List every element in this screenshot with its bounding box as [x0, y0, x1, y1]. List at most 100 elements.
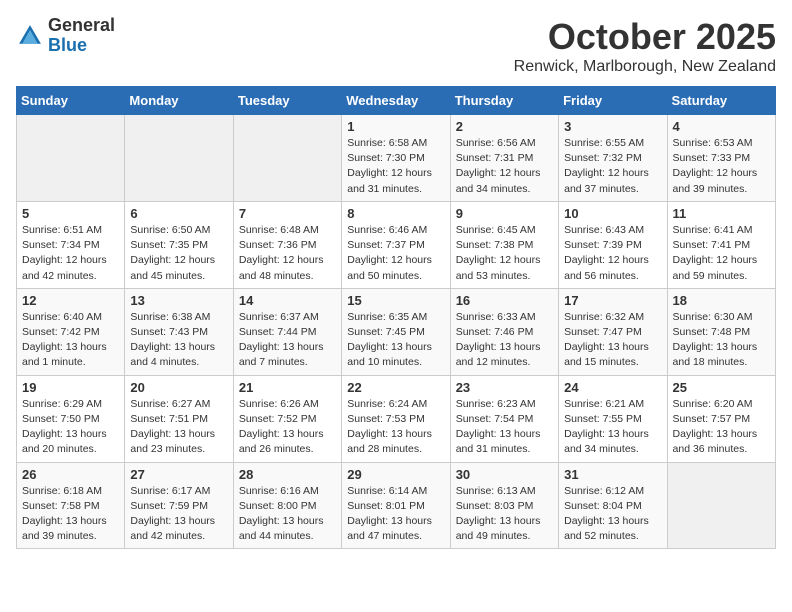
- day-info: Sunrise: 6:29 AM Sunset: 7:50 PM Dayligh…: [22, 397, 119, 458]
- day-number: 30: [456, 467, 553, 482]
- calendar-subtitle: Renwick, Marlborough, New Zealand: [514, 58, 776, 76]
- header-day-sunday: Sunday: [17, 87, 125, 115]
- day-number: 1: [347, 119, 444, 134]
- day-info: Sunrise: 6:12 AM Sunset: 8:04 PM Dayligh…: [564, 484, 661, 545]
- day-number: 31: [564, 467, 661, 482]
- day-info: Sunrise: 6:21 AM Sunset: 7:55 PM Dayligh…: [564, 397, 661, 458]
- day-number: 23: [456, 380, 553, 395]
- calendar-cell: 3Sunrise: 6:55 AM Sunset: 7:32 PM Daylig…: [559, 115, 667, 202]
- calendar-cell: 30 Sunrise: 6:13 AM Sunset: 8:03 PM Dayli…: [450, 462, 558, 549]
- day-number: 8: [347, 206, 444, 221]
- day-number: 17: [564, 293, 661, 308]
- day-info: Sunrise: 6:45 AM Sunset: 7:38 PM Dayligh…: [456, 223, 553, 284]
- day-info: Sunrise: 6:43 AM Sunset: 7:39 PM Dayligh…: [564, 223, 661, 284]
- calendar-cell: 29 Sunrise: 6:14 AM Sunset: 8:01 PM Dayli…: [342, 462, 450, 549]
- calendar-cell: 7Sunrise: 6:48 AM Sunset: 7:36 PM Daylig…: [233, 201, 341, 288]
- calendar-cell: 27 Sunrise: 6:17 AM Sunset: 7:59 PM Dayli…: [125, 462, 233, 549]
- day-number: 26: [22, 467, 119, 482]
- day-number: 24: [564, 380, 661, 395]
- day-number: 20: [130, 380, 227, 395]
- day-info: Sunrise: 6:38 AM Sunset: 7:43 PM Dayligh…: [130, 310, 227, 371]
- calendar-cell: 4Sunrise: 6:53 AM Sunset: 7:33 PM Daylig…: [667, 115, 775, 202]
- day-info: Sunrise: 6:58 AM Sunset: 7:30 PM Dayligh…: [347, 136, 444, 197]
- day-info: Sunrise: 6:56 AM Sunset: 7:31 PM Dayligh…: [456, 136, 553, 197]
- day-number: 15: [347, 293, 444, 308]
- day-info: Sunrise: 6:50 AM Sunset: 7:35 PM Dayligh…: [130, 223, 227, 284]
- day-info: Sunrise: 6:41 AM Sunset: 7:41 PM Dayligh…: [673, 223, 770, 284]
- header-day-saturday: Saturday: [667, 87, 775, 115]
- day-info: Sunrise: 6:24 AM Sunset: 7:53 PM Dayligh…: [347, 397, 444, 458]
- calendar-cell: [17, 115, 125, 202]
- header-day-monday: Monday: [125, 87, 233, 115]
- day-number: 7: [239, 206, 336, 221]
- calendar-cell: 11 Sunrise: 6:41 AM Sunset: 7:41 PM Dayli…: [667, 201, 775, 288]
- header-day-wednesday: Wednesday: [342, 87, 450, 115]
- day-info: Sunrise: 6:33 AM Sunset: 7:46 PM Dayligh…: [456, 310, 553, 371]
- day-info: Sunrise: 6:32 AM Sunset: 7:47 PM Dayligh…: [564, 310, 661, 371]
- calendar-cell: 8 Sunrise: 6:46 AM Sunset: 7:37 PM Daylig…: [342, 201, 450, 288]
- logo-blue: Blue: [48, 35, 87, 55]
- calendar-cell: 28Sunrise: 6:16 AM Sunset: 8:00 PM Dayli…: [233, 462, 341, 549]
- calendar-cell: [125, 115, 233, 202]
- header-day-friday: Friday: [559, 87, 667, 115]
- week-row-1: 5Sunrise: 6:51 AM Sunset: 7:34 PM Daylig…: [17, 201, 776, 288]
- day-number: 3: [564, 119, 661, 134]
- day-number: 27: [130, 467, 227, 482]
- calendar-cell: 16 Sunrise: 6:33 AM Sunset: 7:46 PM Dayli…: [450, 288, 558, 375]
- day-number: 14: [239, 293, 336, 308]
- calendar-cell: 1 Sunrise: 6:58 AM Sunset: 7:30 PM Daylig…: [342, 115, 450, 202]
- calendar-cell: 22 Sunrise: 6:24 AM Sunset: 7:53 PM Dayli…: [342, 375, 450, 462]
- day-number: 9: [456, 206, 553, 221]
- day-info: Sunrise: 6:14 AM Sunset: 8:01 PM Dayligh…: [347, 484, 444, 545]
- week-row-4: 26 Sunrise: 6:18 AM Sunset: 7:58 PM Dayli…: [17, 462, 776, 549]
- day-info: Sunrise: 6:40 AM Sunset: 7:42 PM Dayligh…: [22, 310, 119, 371]
- day-info: Sunrise: 6:17 AM Sunset: 7:59 PM Dayligh…: [130, 484, 227, 545]
- day-info: Sunrise: 6:23 AM Sunset: 7:54 PM Dayligh…: [456, 397, 553, 458]
- day-info: Sunrise: 6:20 AM Sunset: 7:57 PM Dayligh…: [673, 397, 770, 458]
- calendar-cell: 12 Sunrise: 6:40 AM Sunset: 7:42 PM Dayli…: [17, 288, 125, 375]
- day-number: 11: [673, 206, 770, 221]
- day-info: Sunrise: 6:30 AM Sunset: 7:48 PM Dayligh…: [673, 310, 770, 371]
- day-number: 25: [673, 380, 770, 395]
- week-row-3: 19Sunrise: 6:29 AM Sunset: 7:50 PM Dayli…: [17, 375, 776, 462]
- week-row-0: 1 Sunrise: 6:58 AM Sunset: 7:30 PM Daylig…: [17, 115, 776, 202]
- calendar-cell: 19Sunrise: 6:29 AM Sunset: 7:50 PM Dayli…: [17, 375, 125, 462]
- day-number: 29: [347, 467, 444, 482]
- calendar-cell: 18 Sunrise: 6:30 AM Sunset: 7:48 PM Dayli…: [667, 288, 775, 375]
- calendar-cell: 17 Sunrise: 6:32 AM Sunset: 7:47 PM Dayli…: [559, 288, 667, 375]
- day-number: 10: [564, 206, 661, 221]
- calendar-cell: 23 Sunrise: 6:23 AM Sunset: 7:54 PM Dayli…: [450, 375, 558, 462]
- page-header: General Blue October 2025 Renwick, Marlb…: [16, 16, 776, 76]
- day-info: Sunrise: 6:53 AM Sunset: 7:33 PM Dayligh…: [673, 136, 770, 197]
- header-row: SundayMondayTuesdayWednesdayThursdayFrid…: [17, 87, 776, 115]
- day-info: Sunrise: 6:35 AM Sunset: 7:45 PM Dayligh…: [347, 310, 444, 371]
- calendar-body: 1 Sunrise: 6:58 AM Sunset: 7:30 PM Daylig…: [17, 115, 776, 549]
- calendar-cell: 21 Sunrise: 6:26 AM Sunset: 7:52 PM Dayli…: [233, 375, 341, 462]
- calendar-cell: 13 Sunrise: 6:38 AM Sunset: 7:43 PM Dayli…: [125, 288, 233, 375]
- logo-text: General Blue: [48, 16, 115, 56]
- week-row-2: 12 Sunrise: 6:40 AM Sunset: 7:42 PM Dayli…: [17, 288, 776, 375]
- header-day-tuesday: Tuesday: [233, 87, 341, 115]
- logo-icon: [16, 22, 44, 50]
- day-info: Sunrise: 6:18 AM Sunset: 7:58 PM Dayligh…: [22, 484, 119, 545]
- day-info: Sunrise: 6:26 AM Sunset: 7:52 PM Dayligh…: [239, 397, 336, 458]
- calendar-cell: 26 Sunrise: 6:18 AM Sunset: 7:58 PM Dayli…: [17, 462, 125, 549]
- day-number: 28: [239, 467, 336, 482]
- calendar-header: SundayMondayTuesdayWednesdayThursdayFrid…: [17, 87, 776, 115]
- calendar-cell: 24 Sunrise: 6:21 AM Sunset: 7:55 PM Dayli…: [559, 375, 667, 462]
- calendar-cell: 10 Sunrise: 6:43 AM Sunset: 7:39 PM Dayli…: [559, 201, 667, 288]
- day-info: Sunrise: 6:13 AM Sunset: 8:03 PM Dayligh…: [456, 484, 553, 545]
- day-number: 22: [347, 380, 444, 395]
- day-number: 16: [456, 293, 553, 308]
- calendar-table: SundayMondayTuesdayWednesdayThursdayFrid…: [16, 86, 776, 549]
- calendar-cell: 6Sunrise: 6:50 AM Sunset: 7:35 PM Daylig…: [125, 201, 233, 288]
- calendar-cell: 2Sunrise: 6:56 AM Sunset: 7:31 PM Daylig…: [450, 115, 558, 202]
- day-number: 12: [22, 293, 119, 308]
- day-number: 13: [130, 293, 227, 308]
- day-info: Sunrise: 6:46 AM Sunset: 7:37 PM Dayligh…: [347, 223, 444, 284]
- calendar-cell: 5Sunrise: 6:51 AM Sunset: 7:34 PM Daylig…: [17, 201, 125, 288]
- day-number: 18: [673, 293, 770, 308]
- day-number: 21: [239, 380, 336, 395]
- logo: General Blue: [16, 16, 115, 56]
- calendar-cell: 25 Sunrise: 6:20 AM Sunset: 7:57 PM Dayli…: [667, 375, 775, 462]
